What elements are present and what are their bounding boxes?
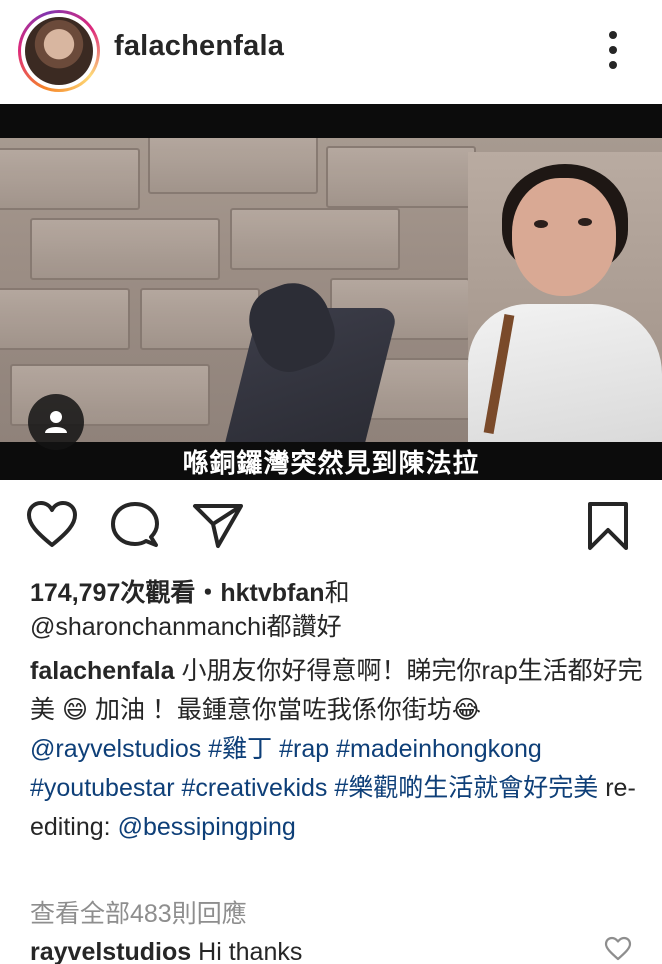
mention-link[interactable]: @rayvelstudios [30,735,201,763]
grinning-emoji: 😄 [61,696,89,724]
comment-item: rayvelstudios Hi thanks [30,938,302,964]
mention-link[interactable]: @bessipingping [118,813,296,841]
caption-author[interactable]: falachenfala [30,657,175,685]
hashtag-link[interactable]: #creativekids [182,774,328,802]
video-inset-person [468,152,662,446]
eye [534,220,548,228]
avatar-frame [21,13,97,89]
hashtag-link[interactable]: #youtubestar [30,774,175,802]
heart-icon [27,501,77,547]
comment-like-button[interactable] [604,936,632,964]
video-subtitle: 喺銅鑼灣突然見到陳法拉 [182,447,480,478]
post-caption: falachenfala 小朋友你好得意啊！睇完你rap生活都好完美 😄 加油 … [30,652,650,847]
more-options-icon[interactable] [598,28,628,72]
video-subtitle-bar: 喺銅鑼灣突然見到陳法拉 [0,442,662,480]
view-count-line: 174,797次觀看・hktvbfan和 @sharonchanmanchi都讚好 [30,576,650,644]
caption-text: 加油 ！最鍾意你當咗我係你街坊 [88,696,452,724]
wall-brick [0,148,140,210]
dot [609,61,617,69]
post-username[interactable]: falachenfala [114,30,284,63]
hashtag-link[interactable]: #樂觀啲生活就會好完美 [334,774,598,802]
paper-plane-icon [193,504,243,548]
post-video[interactable]: 喺銅鑼灣突然見到陳法拉 [0,104,662,480]
share-button[interactable] [192,500,244,555]
inset-face [512,178,616,296]
wall-brick [148,138,318,194]
wall-brick [230,208,400,270]
avatar [25,17,93,85]
hashtag-link[interactable]: #雞丁 [208,735,272,763]
comment-button[interactable] [110,500,160,555]
post-header: falachenfala [0,0,662,104]
view-count: 174,797次觀看 [30,579,196,607]
praise-text: 都讚好 [266,613,342,641]
dot [609,31,617,39]
like-button[interactable] [26,500,78,555]
video-frame [0,138,662,446]
save-button[interactable] [586,500,630,557]
wall-brick [0,288,130,350]
wall-brick [30,218,220,280]
dot [609,46,617,54]
hashtag-link[interactable]: #madeinhongkong [336,735,542,763]
laughing-emoji: 😂 [451,696,482,724]
wall-brick [140,288,260,350]
tagged-users-button[interactable] [28,394,84,450]
bookmark-icon [588,502,628,550]
and-text: 和 [324,579,350,607]
wall-brick [326,146,476,208]
action-bar [0,496,662,560]
eye [578,218,592,226]
story-avatar[interactable] [18,10,100,92]
liked-by-user[interactable]: ・hktvbfan [195,579,324,607]
second-user[interactable]: @sharonchanmanchi [30,613,267,641]
hashtag-link[interactable]: #rap [279,735,329,763]
view-all-comments-link[interactable]: 查看全部483則回應 [30,894,247,930]
comment-text: Hi thanks [191,938,303,964]
comment-author[interactable]: rayvelstudios [30,938,191,964]
person-icon [45,411,67,433]
comment-icon [111,502,159,547]
heart-icon [604,936,632,961]
